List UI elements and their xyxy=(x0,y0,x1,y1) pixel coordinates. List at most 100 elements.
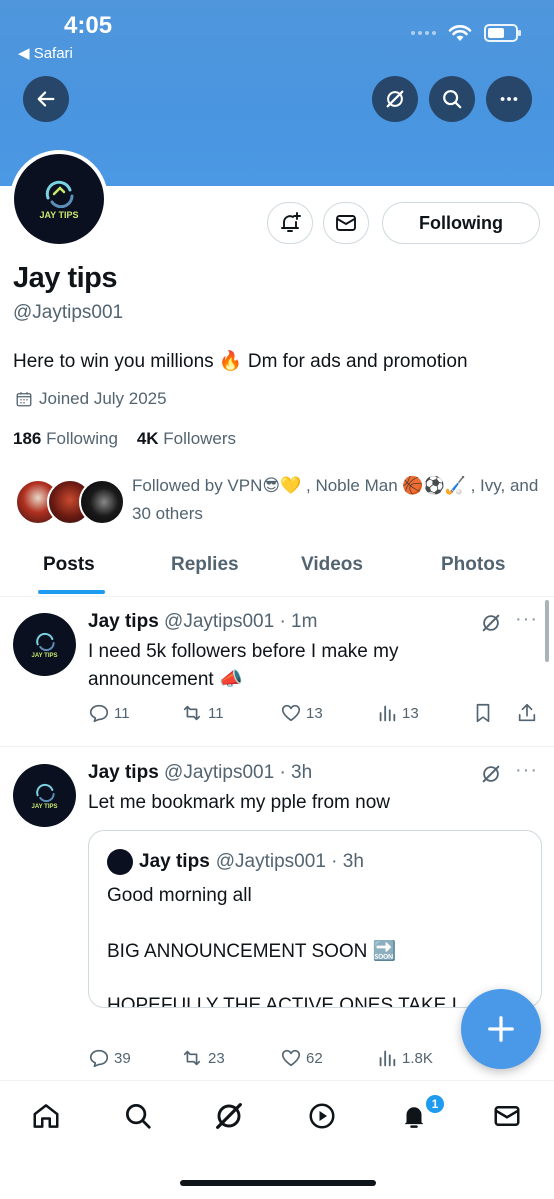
post-header: Jay tips @Jaytips001 · 3h xyxy=(88,762,312,784)
post-meta: @Jaytips001 · 3h xyxy=(164,762,313,783)
like-icon xyxy=(281,704,301,722)
repost-button[interactable]: 11 xyxy=(180,702,224,724)
post-author[interactable]: Jay tips xyxy=(88,762,159,783)
tab-posts[interactable]: Posts xyxy=(43,554,95,576)
like-button[interactable]: 13 xyxy=(280,702,323,724)
avatar-logo: JAY TIPS xyxy=(14,154,104,244)
more-icon xyxy=(500,97,518,101)
mail-icon xyxy=(494,1106,520,1126)
repost-icon xyxy=(183,705,201,721)
grok-icon xyxy=(482,765,500,783)
search-icon xyxy=(126,1104,151,1129)
profile-avatar[interactable]: JAY TIPS xyxy=(10,150,108,248)
repost-icon xyxy=(183,1050,201,1066)
profile-handle: @Jaytips001 xyxy=(13,302,124,323)
battery-icon xyxy=(484,24,521,42)
views-button[interactable]: 13 xyxy=(376,702,419,724)
following-button[interactable]: Following xyxy=(382,202,540,244)
followers-you-know-avatars[interactable] xyxy=(15,479,125,525)
notification-badge: 1 xyxy=(424,1093,446,1115)
quoted-post[interactable]: Jay tips @Jaytips001 · 3h Good morning a… xyxy=(88,830,542,1008)
reply-button[interactable]: 39 xyxy=(88,1047,131,1069)
post-more-icon[interactable]: ··· xyxy=(515,608,538,631)
grok-icon xyxy=(216,1103,242,1129)
home-indicator xyxy=(180,1180,376,1186)
message-button[interactable] xyxy=(323,202,369,244)
following-link[interactable]: 186 Following xyxy=(13,429,118,448)
profile-bio: Here to win you millions 🔥 Dm for ads an… xyxy=(13,351,468,372)
quote-line: HOPEFULLY THE ACTIVE ONES TAKE I xyxy=(107,995,457,1008)
back-to-safari[interactable]: ◀ Safari xyxy=(18,44,73,62)
more-button[interactable] xyxy=(486,76,532,122)
reply-button[interactable]: 11 xyxy=(88,702,130,724)
post-header: Jay tips @Jaytips001 · 1m xyxy=(88,611,317,633)
grok-icon xyxy=(482,614,500,632)
status-icons xyxy=(411,24,521,42)
like-count: 13 xyxy=(306,704,323,722)
bookmark-button[interactable] xyxy=(472,702,494,724)
notify-button[interactable] xyxy=(267,202,313,244)
logo-icon xyxy=(35,632,55,651)
views-count: 1.8K xyxy=(402,1049,433,1067)
tab-videos[interactable]: Videos xyxy=(301,554,363,576)
quote-line: BIG ANNOUNCEMENT SOON 🔜 xyxy=(107,941,397,962)
post-more-icon[interactable]: ··· xyxy=(515,759,538,782)
home-icon xyxy=(33,1104,59,1128)
nav-video[interactable] xyxy=(305,1099,339,1133)
post-text: I need 5k followers before I make my ann… xyxy=(88,641,399,690)
like-count: 62 xyxy=(306,1049,323,1067)
avatar-label: JAY TIPS xyxy=(31,803,58,810)
like-icon xyxy=(281,1049,301,1067)
active-tab-indicator xyxy=(38,590,105,594)
views-button[interactable]: 1.8K xyxy=(376,1047,433,1069)
repost-count: 11 xyxy=(208,704,224,722)
followed-by-text[interactable]: Followed by VPN😎💛 , Noble Man 🏀⚽🏑 , Ivy,… xyxy=(132,472,542,528)
scrollbar[interactable] xyxy=(545,600,549,662)
post-grok-button[interactable] xyxy=(480,763,502,790)
search-button[interactable] xyxy=(429,76,475,122)
nav-home[interactable] xyxy=(29,1099,63,1133)
followers-link[interactable]: 4K Followers xyxy=(137,429,236,448)
views-count: 13 xyxy=(402,704,419,722)
quote-meta: @Jaytips001 · 3h xyxy=(215,851,364,872)
search-icon xyxy=(443,90,462,109)
reply-count: 39 xyxy=(114,1049,131,1067)
quote-header: Jay tips @Jaytips001 · 3h xyxy=(107,849,364,875)
compose-button[interactable] xyxy=(461,989,541,1069)
plus-icon xyxy=(488,1016,514,1042)
post-divider xyxy=(0,746,554,747)
views-icon xyxy=(379,705,396,722)
post-actions: 11 11 13 13 xyxy=(88,702,540,730)
quote-line: Good morning all xyxy=(107,885,252,906)
post-author[interactable]: Jay tips xyxy=(88,611,159,632)
reply-icon xyxy=(89,1049,109,1068)
profile-name: Jay tips xyxy=(13,262,118,294)
post-grok-button[interactable] xyxy=(480,612,502,639)
back-arrow-icon xyxy=(37,91,55,107)
reply-icon xyxy=(89,704,109,723)
grok-button[interactable] xyxy=(372,76,418,122)
quote-author: Jay tips xyxy=(139,851,210,872)
nav-grok[interactable] xyxy=(212,1099,246,1133)
tab-replies[interactable]: Replies xyxy=(171,554,239,576)
avatar-label: JAY TIPS xyxy=(39,210,79,220)
follower-avatar xyxy=(79,479,125,525)
tab-photos[interactable]: Photos xyxy=(441,554,505,576)
share-button[interactable] xyxy=(516,702,538,724)
back-button[interactable] xyxy=(23,76,69,122)
post-avatar[interactable]: JAY TIPS xyxy=(13,764,76,827)
post-text: Let me bookmark my pple from now xyxy=(88,792,391,813)
reply-count: 11 xyxy=(114,704,130,722)
repost-button[interactable]: 23 xyxy=(180,1047,225,1069)
joined-date: Joined July 2025 xyxy=(15,389,167,409)
nav-messages[interactable] xyxy=(490,1099,524,1133)
nav-search[interactable] xyxy=(121,1099,155,1133)
signal-icon xyxy=(411,31,436,35)
notification-add-icon xyxy=(281,212,301,232)
post-avatar[interactable]: JAY TIPS xyxy=(13,613,76,676)
bookmark-icon xyxy=(476,703,490,723)
like-button[interactable]: 62 xyxy=(280,1047,323,1069)
logo-icon xyxy=(35,783,55,802)
calendar-icon xyxy=(16,392,32,407)
views-icon xyxy=(379,1050,396,1067)
